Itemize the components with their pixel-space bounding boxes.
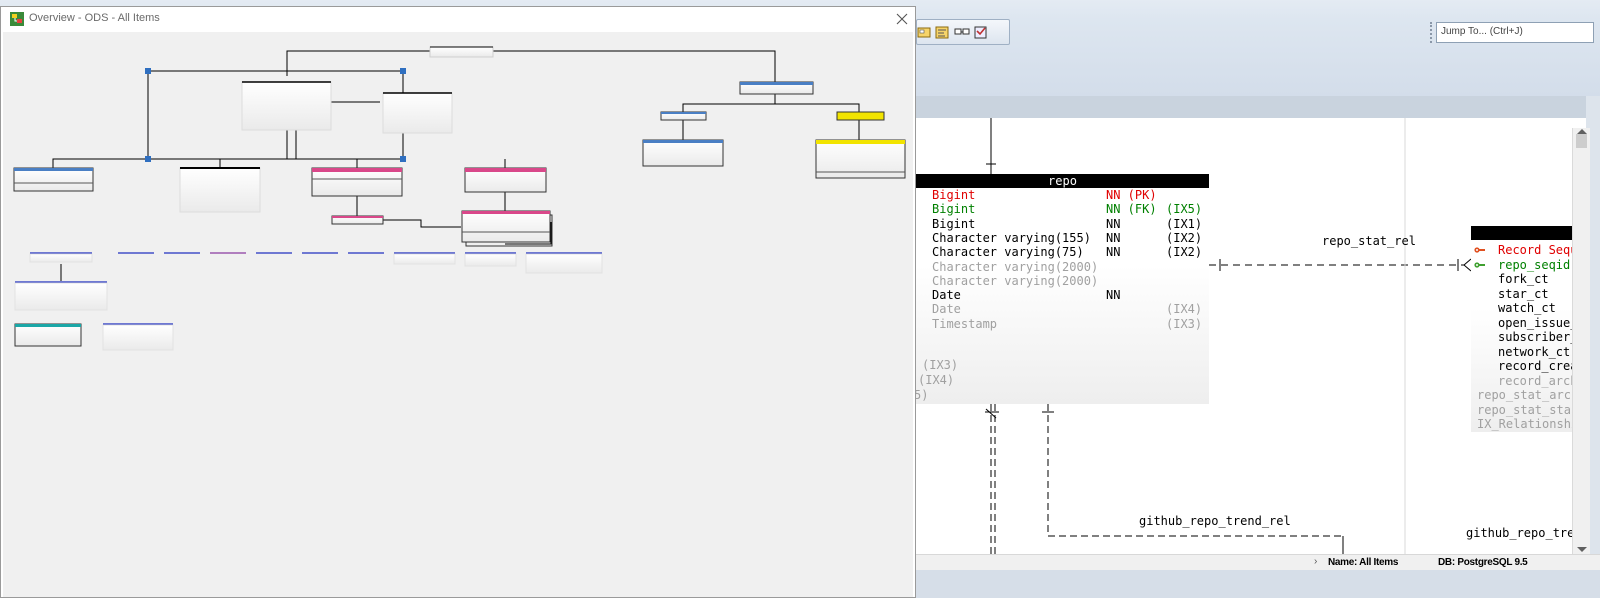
table-row[interactable]: Bigint NN (IX1) — [916, 217, 1209, 231]
app-icon — [9, 11, 25, 27]
index-ref: 5) — [916, 388, 929, 402]
column-type: Bigint — [932, 216, 976, 231]
status-db: DB: PostgreSQL 9.5 — [1438, 557, 1528, 568]
column-index: (IX5) — [1166, 202, 1203, 217]
column-index: (IX1) — [1166, 216, 1203, 231]
table-row[interactable]: Timestamp (IX3) — [916, 317, 1209, 331]
relationship-row[interactable]: repo_stat_star — [1471, 403, 1586, 417]
column-type: Character varying(155) — [932, 230, 1091, 245]
column-constraint: NN — [1106, 230, 1121, 245]
properties-icon[interactable] — [972, 24, 990, 41]
column-name: star_ct — [1498, 286, 1549, 301]
layout-icon[interactable] — [915, 24, 933, 41]
table-row[interactable]: record_archi — [1471, 374, 1586, 388]
table-row[interactable]: Bigint NN (FK) (IX5) — [916, 202, 1209, 216]
close-icon[interactable] — [893, 10, 911, 28]
column-type: Date — [932, 302, 961, 317]
overview-canvas[interactable] — [3, 32, 913, 597]
table-row[interactable]: record_creat — [1471, 359, 1586, 373]
table-row[interactable]: Date NN — [916, 288, 1209, 302]
table-row[interactable]: star_ct — [1471, 287, 1586, 301]
column-type: Character varying(75) — [932, 245, 1084, 260]
table-row[interactable]: Character varying(155) NN (IX2) — [916, 231, 1209, 245]
overview-window[interactable]: Overview - ODS - All Items — [0, 6, 916, 598]
column-name: fork_ct — [1498, 272, 1549, 286]
table-row[interactable]: Bigint NN (PK) — [916, 188, 1209, 202]
relationship-name: IX_Relationshi — [1477, 417, 1579, 431]
table-row[interactable]: Character varying(2000) — [916, 260, 1209, 274]
column-type: Bigint — [932, 188, 976, 202]
column-name: repo_seqid — [1498, 257, 1571, 272]
relationship-row[interactable]: IX_Relationshi — [1471, 417, 1586, 431]
diagram-toolbar — [916, 19, 1010, 45]
status-bar: › Name: All Items DB: PostgreSQL 9.5 — [916, 554, 1600, 570]
column-index: (IX4) — [1166, 302, 1203, 317]
relationship-name: repo_stat_star — [1477, 402, 1579, 417]
repo-stat-rel-label[interactable]: repo_stat_rel — [1322, 234, 1416, 248]
overview-connectors — [52, 50, 860, 281]
github-repo-trend-table-title[interactable]: github_repo_tren — [1466, 526, 1582, 540]
repo-stat-table-header — [1471, 226, 1586, 240]
column-type: Character varying(2000) — [932, 273, 1099, 288]
chevron-right-icon[interactable]: › — [1314, 556, 1317, 567]
column-type: Timestamp — [932, 316, 998, 331]
table-row[interactable]: open_issue_c — [1471, 316, 1586, 330]
primary-key-icon — [1474, 247, 1485, 253]
relationship-row[interactable]: repo_stat_archi — [1471, 388, 1586, 402]
column-constraint: NN (PK) — [1106, 188, 1157, 202]
relationship-icon[interactable] — [953, 24, 971, 41]
repo-stat-table[interactable]: Record Seque repo_seqid fork_ct star_ct watc… — [1471, 226, 1586, 432]
github-repo-trend-rel-label[interactable]: github_repo_trend_rel — [1139, 514, 1291, 528]
foreign-key-icon — [1474, 261, 1485, 268]
table-row[interactable]: subscriber_c — [1471, 330, 1586, 344]
column-constraint: NN — [1106, 288, 1121, 303]
overview-titlebar[interactable]: Overview - ODS - All Items — [1, 7, 915, 31]
table-row[interactable]: Character varying(75) NN (IX2) — [916, 245, 1209, 259]
column-constraint: NN — [1106, 245, 1121, 260]
scroll-down-icon[interactable] — [1577, 547, 1587, 552]
column-type: Character varying(2000) — [932, 259, 1099, 274]
index-ref: (IX3) — [922, 358, 959, 372]
table-row[interactable]: Character varying(2000) — [916, 274, 1209, 288]
table-row[interactable]: Record Seque — [1471, 243, 1586, 257]
column-type: Bigint — [932, 202, 976, 217]
column-constraint: NN — [1106, 216, 1121, 231]
column-name: network_ct — [1498, 344, 1571, 359]
column-constraint: NN (FK) — [1106, 202, 1157, 217]
table-row[interactable]: network_ct — [1471, 345, 1586, 359]
status-name: Name: All Items — [1328, 557, 1399, 568]
layout-alt-icon[interactable] — [933, 24, 951, 41]
table-row[interactable]: watch_ct — [1471, 301, 1586, 315]
repo-table-header: repo — [916, 174, 1209, 188]
canvas-vertical-scrollbar[interactable] — [1572, 128, 1590, 554]
column-type: Date — [932, 288, 961, 303]
column-index: (IX2) — [1166, 245, 1203, 260]
table-row[interactable]: repo_seqid — [1471, 258, 1586, 272]
index-ref: (IX4) — [918, 373, 955, 387]
diagram-canvas[interactable]: repo Bigint NN (PK) Bigint NN (FK) (IX5) Bigi… — [916, 118, 1586, 554]
column-name: watch_ct — [1498, 301, 1556, 315]
scroll-thumb[interactable] — [1576, 134, 1587, 148]
column-index: (IX2) — [1166, 230, 1203, 245]
jump-to-input[interactable]: Jump To... (Ctrl+J) — [1436, 22, 1594, 43]
table-row[interactable]: fork_ct — [1471, 272, 1586, 286]
column-index: (IX3) — [1166, 316, 1203, 331]
overview-diagram — [13, 46, 906, 351]
table-row[interactable]: Date (IX4) — [916, 302, 1209, 316]
overview-title: Overview - ODS - All Items — [29, 12, 160, 24]
relationship-name: repo_stat_archi — [1477, 388, 1586, 402]
bottom-panel — [916, 570, 1600, 598]
repo-table[interactable]: repo Bigint NN (PK) Bigint NN (FK) (IX5) Bigi… — [916, 174, 1209, 404]
toolbar-grip[interactable] — [1430, 22, 1434, 43]
